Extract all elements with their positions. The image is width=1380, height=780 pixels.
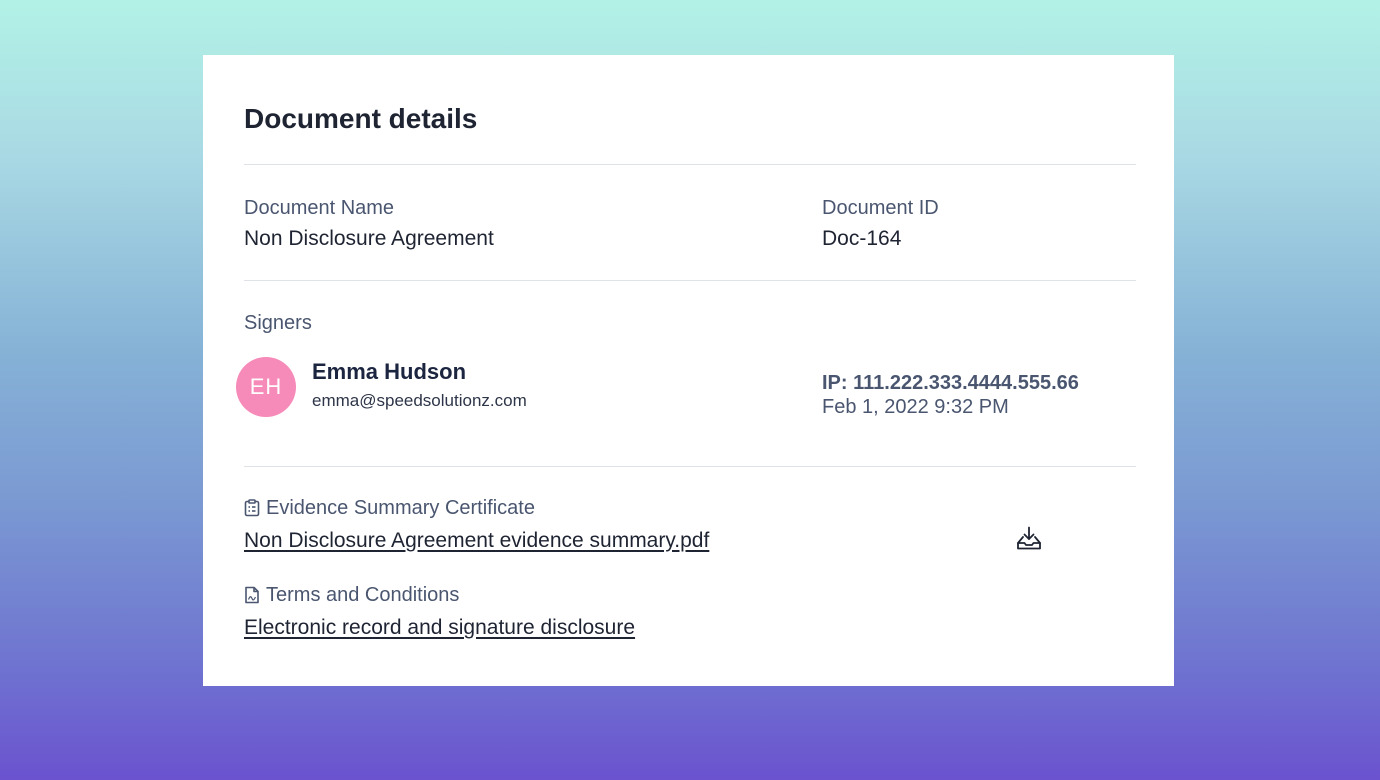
document-details-card: Document details Document Name Non Discl…	[203, 55, 1174, 686]
evidence-summary-heading: Evidence Summary Certificate	[244, 496, 535, 520]
clipboard-list-icon	[244, 499, 260, 517]
signer-timestamp: Feb 1, 2022 9:32 PM	[822, 396, 1009, 418]
download-icon	[1016, 526, 1042, 555]
avatar: EH	[236, 357, 296, 417]
document-icon	[244, 586, 260, 604]
terms-heading: Terms and Conditions	[244, 583, 459, 607]
signer-email: emma@speedsolutionz.com	[312, 391, 527, 410]
card-title: Document details	[244, 103, 478, 134]
terms-link[interactable]: Electronic record and signature disclosu…	[244, 615, 635, 640]
evidence-summary-label: Evidence Summary Certificate	[266, 497, 535, 519]
document-name-value: Non Disclosure Agreement	[244, 227, 494, 250]
signers-label: Signers	[244, 312, 312, 334]
divider	[244, 280, 1136, 281]
evidence-summary-link[interactable]: Non Disclosure Agreement evidence summar…	[244, 528, 709, 553]
document-name-label: Document Name	[244, 197, 395, 219]
document-id-label: Document ID	[822, 197, 939, 219]
signer-name: Emma Hudson	[312, 359, 467, 384]
divider	[244, 466, 1136, 467]
terms-label: Terms and Conditions	[266, 584, 460, 606]
download-button[interactable]	[1015, 526, 1043, 554]
signer-ip: IP: 111.222.333.4444.555.66	[822, 372, 1079, 394]
document-id-value: Doc-164	[822, 227, 902, 250]
divider	[244, 164, 1136, 165]
